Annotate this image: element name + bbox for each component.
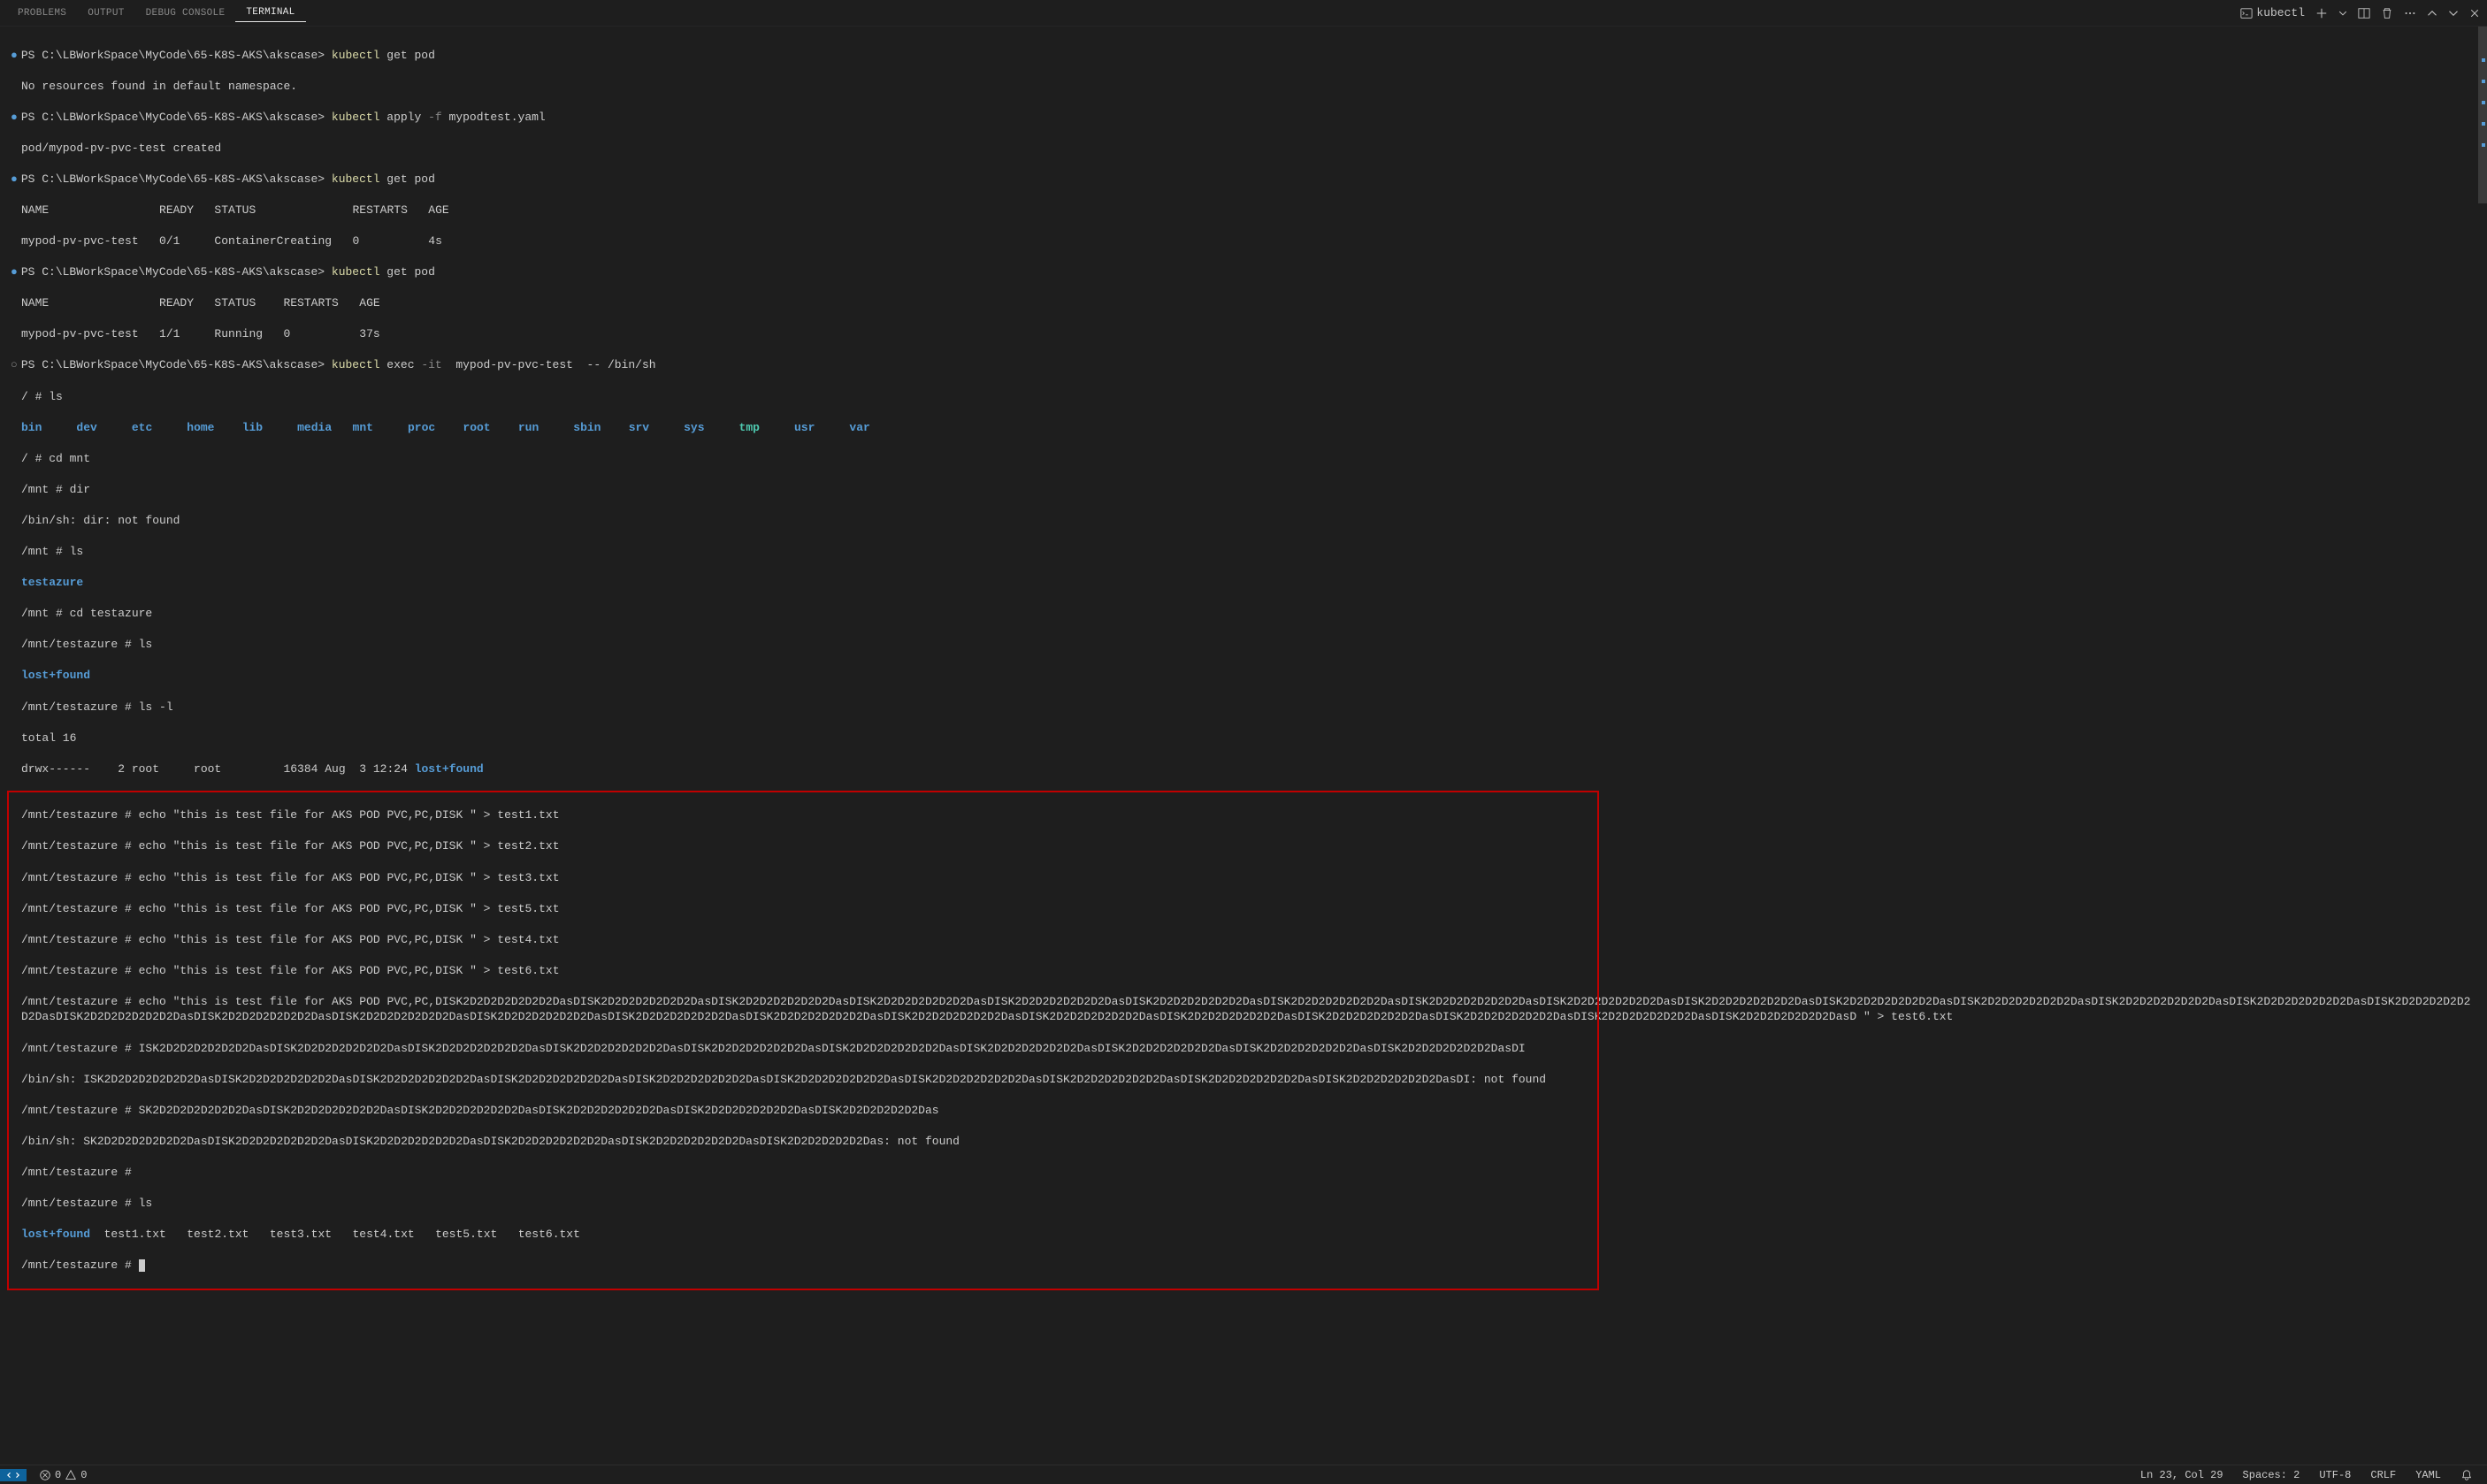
- notifications-button[interactable]: [2457, 1469, 2476, 1481]
- kill-terminal-button[interactable]: [2381, 7, 2393, 19]
- table-header: NAME READY STATUS RESTARTS AGE: [11, 203, 2476, 218]
- hide-panel-button[interactable]: [2448, 8, 2459, 19]
- prompt: PS C:\LBWorkSpace\MyCode\65-K8S-AKS\aksc…: [21, 49, 435, 62]
- eol-status[interactable]: CRLF: [2367, 1469, 2399, 1481]
- indentation-status[interactable]: Spaces: 2: [2239, 1469, 2304, 1481]
- chevron-down-icon: [2338, 9, 2347, 18]
- terminal-output[interactable]: ●PS C:\LBWorkSpace\MyCode\65-K8S-AKS\aks…: [0, 27, 2487, 1465]
- table-row: mypod-pv-pvc-test 0/1 ContainerCreating …: [11, 233, 2476, 249]
- shell-selector[interactable]: kubectl: [2240, 6, 2305, 19]
- shell-line: /mnt/testazure # ls: [11, 1196, 2476, 1212]
- output-line: pod/mypod-pv-pvc-test created: [11, 141, 2476, 157]
- language-status[interactable]: YAML: [2412, 1469, 2445, 1481]
- cursor-position[interactable]: Ln 23, Col 29: [2137, 1469, 2227, 1481]
- dir-entry: lost+found: [21, 669, 90, 682]
- bell-icon: [2460, 1469, 2473, 1481]
- warning-icon: [65, 1469, 77, 1481]
- split-terminal-button[interactable]: [2358, 7, 2370, 19]
- panel-actions: kubectl: [2240, 6, 2480, 19]
- tab-output[interactable]: OUTPUT: [77, 4, 134, 22]
- shell-line: / # cd mnt: [11, 451, 2476, 467]
- shell-line: /mnt/testazure # SK2D2D2D2D2D2D2DasDISK2…: [11, 1103, 2476, 1119]
- terminal-dropdown[interactable]: [2338, 9, 2347, 18]
- problems-counter[interactable]: 0 0: [35, 1469, 90, 1481]
- encoding-status[interactable]: UTF-8: [2315, 1469, 2354, 1481]
- cursor: [139, 1259, 145, 1272]
- tab-debug-console[interactable]: DEBUG CONSOLE: [135, 4, 236, 22]
- minimap-markers: [2482, 53, 2487, 147]
- chevron-up-icon: [2427, 8, 2437, 19]
- output-line: total 16: [11, 731, 2476, 746]
- ellipsis-icon: [2404, 7, 2416, 19]
- tab-terminal[interactable]: TERMINAL: [235, 4, 305, 22]
- error-icon: [39, 1469, 51, 1481]
- maximize-panel-button[interactable]: [2427, 8, 2437, 19]
- close-panel-button[interactable]: [2469, 8, 2480, 19]
- error-line: /bin/sh: ISK2D2D2D2D2D2D2DasDISK2D2D2D2D…: [11, 1072, 2476, 1088]
- dir-entry: testazure: [21, 576, 83, 589]
- shell-line: /mnt/testazure # echo "this is test file…: [11, 994, 2476, 1025]
- panel-tabs-bar: PROBLEMS OUTPUT DEBUG CONSOLE TERMINAL k…: [0, 0, 2487, 27]
- split-icon: [2358, 7, 2370, 19]
- plus-icon: [2315, 7, 2328, 19]
- shell-line: /mnt/testazure # ISK2D2D2D2D2D2D2DasDISK…: [11, 1041, 2476, 1057]
- more-actions-button[interactable]: [2404, 7, 2416, 19]
- output-line: No resources found in default namespace.: [11, 79, 2476, 95]
- chevron-down-icon: [2448, 8, 2459, 19]
- dir-listing: bin dev etc home lib media mnt proc root…: [11, 420, 2476, 436]
- shell-line: /mnt/testazure #: [11, 1165, 2476, 1181]
- table-header: NAME READY STATUS RESTARTS AGE: [11, 295, 2476, 311]
- close-icon: [2469, 8, 2480, 19]
- tab-problems[interactable]: PROBLEMS: [7, 4, 77, 22]
- trash-icon: [2381, 7, 2393, 19]
- remote-indicator[interactable]: [0, 1469, 27, 1481]
- table-row: mypod-pv-pvc-test 1/1 Running 0 37s: [11, 326, 2476, 342]
- error-line: /bin/sh: dir: not found: [11, 513, 2476, 529]
- error-line: /bin/sh: SK2D2D2D2D2D2D2DasDISK2D2D2D2D2…: [11, 1134, 2476, 1150]
- terminal-icon: [2240, 7, 2253, 19]
- new-terminal-button[interactable]: [2315, 7, 2328, 19]
- shell-label: kubectl: [2256, 6, 2305, 19]
- shell-line: /mnt # cd testazure: [11, 606, 2476, 622]
- statusbar: 0 0 Ln 23, Col 29 Spaces: 2 UTF-8 CRLF Y…: [0, 1465, 2487, 1484]
- remote-icon: [7, 1469, 19, 1481]
